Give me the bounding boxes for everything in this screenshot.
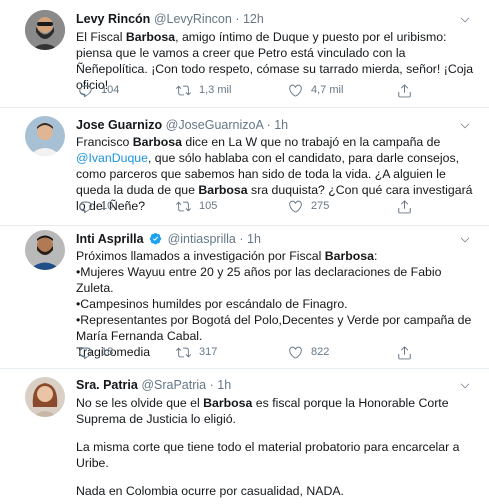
like-button[interactable]: 275 bbox=[288, 198, 329, 214]
heart-icon bbox=[288, 345, 303, 360]
retweet-icon bbox=[176, 199, 191, 214]
bearded-man-avatar-icon bbox=[25, 10, 65, 50]
author-handle[interactable]: @intiasprilla bbox=[168, 232, 236, 246]
tweet[interactable]: Levy Rincón @LevyRincon · 12h El Fiscal … bbox=[0, 0, 489, 108]
reply-count: 10 bbox=[101, 200, 114, 212]
retweet-icon bbox=[176, 83, 191, 98]
chevron-down-icon[interactable] bbox=[459, 234, 471, 246]
tweet[interactable]: Sra. Patria @SraPatria · 1h No se les ol… bbox=[0, 369, 489, 504]
verified-badge-icon bbox=[149, 232, 162, 245]
reply-icon bbox=[78, 345, 93, 360]
author-handle[interactable]: @JoseGuarnizoA bbox=[166, 118, 263, 132]
share-button[interactable] bbox=[397, 344, 420, 360]
reply-icon bbox=[78, 83, 93, 98]
tweet[interactable]: Jose Guarnizo @JoseGuarnizoA · 1h Franci… bbox=[0, 108, 489, 226]
heart-icon bbox=[288, 199, 303, 214]
retweet-count: 1,3 mil bbox=[199, 84, 232, 96]
separator-dot: · bbox=[235, 12, 240, 26]
retweet-icon bbox=[176, 345, 191, 360]
mention-link[interactable]: @IvanDuque bbox=[76, 151, 148, 165]
reply-count: 18 bbox=[101, 346, 114, 358]
share-icon bbox=[397, 83, 412, 98]
chevron-down-icon[interactable] bbox=[459, 380, 471, 392]
avatar[interactable] bbox=[25, 10, 65, 50]
retweet-count: 317 bbox=[199, 346, 218, 358]
separator-dot: · bbox=[266, 118, 271, 132]
author-handle[interactable]: @LevyRincon bbox=[154, 12, 232, 26]
tweet[interactable]: Inti Asprilla @intiasprilla · 1h Próximo… bbox=[0, 226, 489, 369]
tweet-text: No se les olvide que el Barbosa es fisca… bbox=[76, 396, 460, 498]
tweet-time[interactable]: 1h bbox=[217, 378, 231, 392]
heart-icon bbox=[288, 83, 303, 98]
woman-avatar-icon bbox=[25, 377, 65, 417]
like-count: 275 bbox=[311, 200, 330, 212]
author-name[interactable]: Jose Guarnizo bbox=[76, 118, 162, 132]
tweet-time[interactable]: 12h bbox=[243, 12, 264, 26]
share-icon bbox=[397, 199, 412, 214]
separator-dot: · bbox=[239, 232, 244, 246]
man-with-beard-avatar-icon bbox=[25, 230, 65, 270]
reply-count: 104 bbox=[101, 84, 120, 96]
like-count: 822 bbox=[311, 346, 330, 358]
share-button[interactable] bbox=[397, 198, 420, 214]
chevron-down-icon[interactable] bbox=[459, 14, 471, 26]
retweet-button[interactable]: 1,3 mil bbox=[176, 82, 231, 98]
author-name[interactable]: Inti Asprilla bbox=[76, 232, 144, 246]
chevron-down-icon[interactable] bbox=[459, 120, 471, 132]
retweet-count: 105 bbox=[199, 200, 218, 212]
retweet-button[interactable]: 317 bbox=[176, 344, 217, 360]
avatar[interactable] bbox=[25, 116, 65, 156]
author-name[interactable]: Levy Rincón bbox=[76, 12, 150, 26]
separator-dot: · bbox=[209, 378, 214, 392]
share-button[interactable] bbox=[397, 82, 420, 98]
reply-button[interactable]: 104 bbox=[78, 82, 119, 98]
reply-icon bbox=[78, 199, 93, 214]
avatar[interactable] bbox=[25, 230, 65, 270]
like-button[interactable]: 822 bbox=[288, 344, 329, 360]
tweet-time[interactable]: 1h bbox=[247, 232, 261, 246]
reply-button[interactable]: 10 bbox=[78, 198, 113, 214]
avatar[interactable] bbox=[25, 377, 65, 417]
retweet-button[interactable]: 105 bbox=[176, 198, 217, 214]
like-button[interactable]: 4,7 mil bbox=[288, 82, 343, 98]
man-avatar-icon bbox=[25, 116, 65, 156]
reply-button[interactable]: 18 bbox=[78, 344, 113, 360]
author-handle[interactable]: @SraPatria bbox=[141, 378, 206, 392]
like-count: 4,7 mil bbox=[311, 84, 344, 96]
author-name[interactable]: Sra. Patria bbox=[76, 378, 138, 392]
tweet-time[interactable]: 1h bbox=[274, 118, 288, 132]
share-icon bbox=[397, 345, 412, 360]
